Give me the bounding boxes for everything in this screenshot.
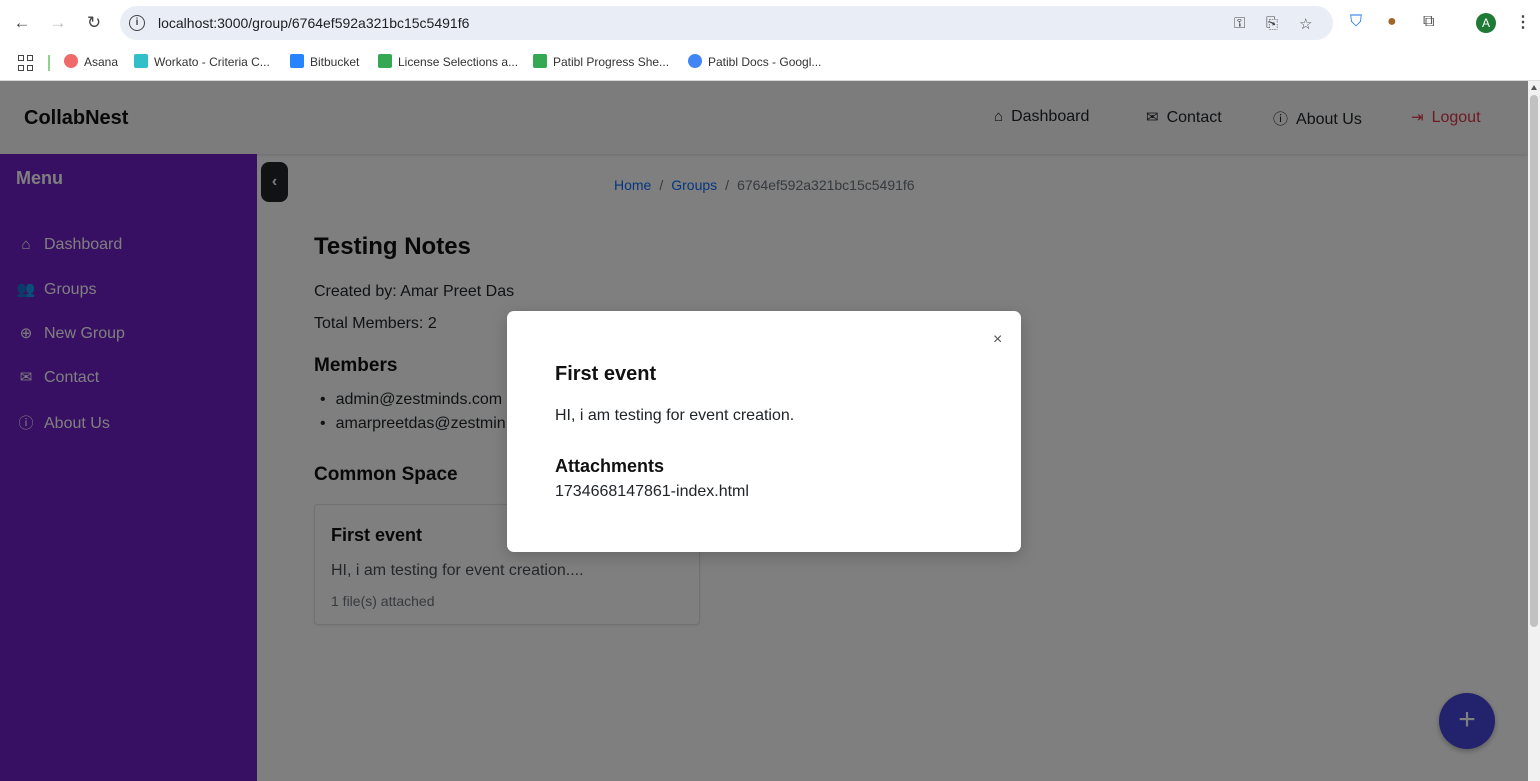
sheets-icon xyxy=(533,54,547,68)
modal-description: HI, i am testing for event creation. xyxy=(555,407,795,424)
install-app-icon[interactable]: ⎘ xyxy=(1266,15,1278,32)
bookmark-asana[interactable]: Asana xyxy=(64,54,118,69)
bookmarks-bar: Asana Workato - Criteria C... Bitbucket … xyxy=(0,46,1540,81)
modal-title: First event xyxy=(555,363,657,385)
bookmark-workato[interactable]: Workato - Criteria C... xyxy=(134,54,270,69)
forward-arrow-icon[interactable]: → xyxy=(47,12,69,34)
bookmark-patibl-docs[interactable]: Patibl Docs - Googl... xyxy=(688,54,821,69)
attachment-file[interactable]: 1734668147861-index.html xyxy=(555,483,749,501)
scrollbar-thumb[interactable] xyxy=(1530,95,1538,627)
google-icon xyxy=(688,54,702,68)
address-bar[interactable]: i localhost:3000/group/6764ef592a321bc15… xyxy=(120,6,1333,40)
bookmark-patibl-progress[interactable]: Patibl Progress She... xyxy=(533,54,669,69)
scroll-up-arrow-icon[interactable] xyxy=(1531,85,1537,90)
bookmark-star-icon[interactable]: ☆ xyxy=(1299,15,1312,33)
event-modal: × First event HI, i am testing for event… xyxy=(507,311,1021,552)
bookmark-license-selections[interactable]: License Selections a... xyxy=(378,54,518,69)
apps-grid-icon[interactable] xyxy=(18,55,34,71)
app-viewport: CollabNest ⌂Dashboard ✉Contact ⓘAbout Us… xyxy=(0,81,1528,781)
cookie-extension-icon[interactable]: ● xyxy=(1387,13,1397,31)
attachments-heading: Attachments xyxy=(555,456,665,476)
back-arrow-icon[interactable]: ← xyxy=(11,12,33,34)
shield-extension-icon[interactable]: ⛉ xyxy=(1350,13,1362,31)
asana-icon xyxy=(64,54,78,68)
workato-icon xyxy=(134,54,148,68)
sheets-icon xyxy=(378,54,392,68)
extensions-puzzle-icon[interactable]: ⧉ xyxy=(1423,13,1434,31)
url-text[interactable]: localhost:3000/group/6764ef592a321bc15c5… xyxy=(158,15,469,31)
profile-avatar[interactable]: A xyxy=(1476,13,1496,33)
browser-menu-icon[interactable]: ⋮ xyxy=(1515,12,1531,32)
bookmark-bitbucket[interactable]: Bitbucket xyxy=(290,54,359,69)
reload-icon[interactable]: ↻ xyxy=(83,12,105,34)
browser-toolbar: ← → ↻ i localhost:3000/group/6764ef592a3… xyxy=(0,0,1540,46)
bookmark-divider xyxy=(48,55,50,71)
close-icon[interactable]: × xyxy=(993,331,1002,349)
bitbucket-icon xyxy=(290,54,304,68)
site-info-icon[interactable]: i xyxy=(129,15,145,31)
password-key-icon[interactable]: ⚿ xyxy=(1234,15,1245,32)
page-scrollbar[interactable] xyxy=(1528,81,1540,781)
